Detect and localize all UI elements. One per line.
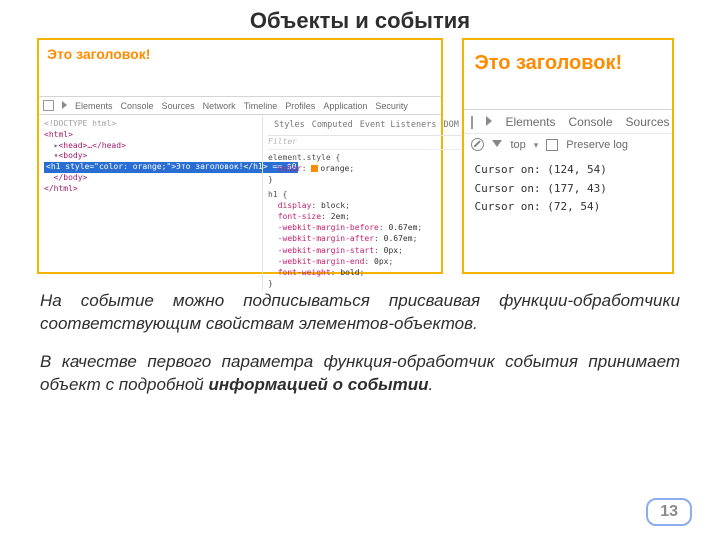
- tab-network[interactable]: Network: [203, 101, 236, 111]
- console-line: Cursor on: (124, 54): [474, 161, 662, 180]
- tab-profiles[interactable]: Profiles: [285, 101, 315, 111]
- devtools-left-panel: Elements Console Sources Network Timelin…: [39, 96, 441, 291]
- subtab-styles[interactable]: Styles: [274, 120, 305, 132]
- dom-tree[interactable]: <!DOCTYPE html> <html> ▸<head>…</head> ▾…: [39, 115, 262, 291]
- val-color: orange: [320, 164, 349, 173]
- slide-title: Объекты и события: [0, 0, 720, 38]
- console-toolbar[interactable]: top Preserve log: [464, 133, 672, 155]
- paragraph-2b-bold: информацией о событии: [208, 375, 428, 394]
- dom-head: <head>…</head>: [58, 141, 125, 150]
- device-toggle-icon[interactable]: [62, 101, 67, 111]
- dom-doctype: <!DOCTYPE html>: [44, 119, 257, 130]
- paragraph-2: В качестве первого параметра функция-обр…: [0, 335, 720, 396]
- rendered-h1-left: Это заголовок!: [47, 46, 150, 62]
- chevron-down-icon[interactable]: [534, 139, 539, 151]
- devtools-tabs-right[interactable]: Elements Console Sources: [464, 109, 672, 133]
- val-fw: bold: [340, 268, 359, 277]
- dom-html-open: <html>: [44, 130, 73, 139]
- styles-filter[interactable]: Filter: [268, 136, 475, 150]
- tab-timeline[interactable]: Timeline: [244, 101, 278, 111]
- console-line: Cursor on: (72, 54): [474, 198, 662, 217]
- tab-console[interactable]: Console: [568, 115, 612, 129]
- devtools-left: Это заголовок! Elements Console Sources …: [37, 38, 443, 274]
- styles-pane: Styles Computed Event Listeners DOM B Fi…: [262, 115, 480, 291]
- rule-element-style: element.style {: [268, 152, 475, 163]
- panels: Это заголовок! Elements Console Sources …: [0, 38, 720, 274]
- rendered-h1-right: Это заголовок!: [464, 40, 672, 109]
- dom-body-close: </body>: [54, 173, 88, 182]
- console-line: Cursor on: (177, 43): [474, 180, 662, 199]
- inspect-icon[interactable]: [43, 100, 54, 111]
- tab-security[interactable]: Security: [375, 101, 408, 111]
- filter-icon[interactable]: [492, 140, 502, 150]
- tab-application[interactable]: Application: [323, 101, 367, 111]
- tab-elements[interactable]: Elements: [75, 101, 113, 111]
- dom-body-open: <body>: [58, 151, 87, 160]
- tab-sources[interactable]: Sources: [162, 101, 195, 111]
- context-selector[interactable]: top: [510, 139, 525, 151]
- val-mb-after: 0.67em: [384, 234, 413, 243]
- tab-console[interactable]: Console: [121, 101, 154, 111]
- dom-selected-h1[interactable]: <h1 style="color: orange;">Это заголовок…: [44, 162, 298, 173]
- preserve-log-checkbox[interactable]: [546, 139, 558, 151]
- paragraph-2c: .: [429, 375, 434, 394]
- dom-html-close: </html>: [44, 184, 78, 193]
- devtools-right: Это заголовок! Elements Console Sources …: [462, 38, 674, 274]
- devtools-tabs-left[interactable]: Elements Console Sources Network Timelin…: [39, 97, 441, 115]
- val-mb-start: 0px: [384, 246, 398, 255]
- prop-color: color: [278, 164, 302, 173]
- val-font-size: 2em: [331, 212, 345, 221]
- rule-h1: h1 {: [268, 189, 475, 200]
- subtab-event-listeners[interactable]: Event Listeners: [360, 120, 437, 132]
- device-toggle-icon[interactable]: [486, 115, 492, 129]
- rendered-page-left: Это заголовок!: [39, 40, 441, 64]
- val-mb-end: 0px: [374, 257, 388, 266]
- val-mb-before: 0.67em: [388, 223, 417, 232]
- color-swatch-icon: [311, 165, 318, 172]
- styles-subtabs[interactable]: Styles Computed Event Listeners DOM B: [268, 117, 475, 136]
- tab-elements[interactable]: Elements: [505, 115, 555, 129]
- preserve-log-label: Preserve log: [566, 139, 628, 151]
- inspect-icon[interactable]: [471, 116, 473, 129]
- subtab-computed[interactable]: Computed: [312, 120, 353, 132]
- val-display: block: [321, 201, 345, 210]
- page-number: 13: [646, 498, 692, 526]
- tab-sources[interactable]: Sources: [626, 115, 670, 129]
- console-output: Cursor on: (124, 54) Cursor on: (177, 43…: [464, 155, 672, 223]
- clear-console-icon[interactable]: [471, 138, 484, 151]
